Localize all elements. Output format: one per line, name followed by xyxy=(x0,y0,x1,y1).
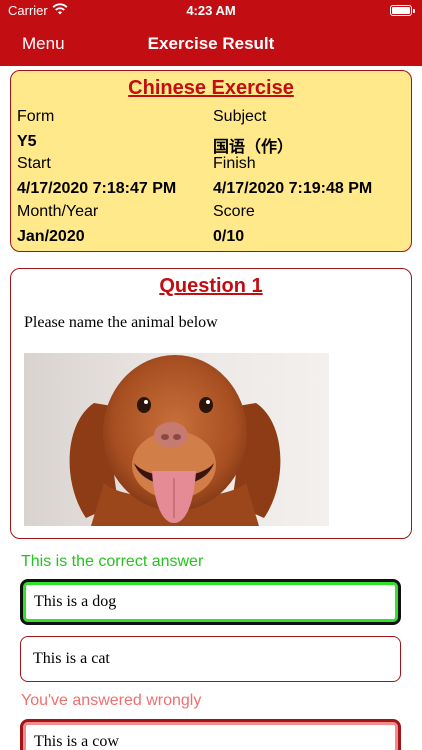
exercise-title: Chinese Exercise xyxy=(128,77,294,99)
question-title: Question 1 xyxy=(159,275,263,297)
subject-label: Subject xyxy=(213,108,267,125)
score-label: Score xyxy=(213,203,255,220)
subject-value: 国语（作） xyxy=(213,139,294,156)
answer-option-correct[interactable]: This is a dog xyxy=(20,579,401,625)
month-year-value: Jan/2020 xyxy=(17,228,85,245)
start-value: 4/17/2020 7:18:47 PM xyxy=(17,180,177,197)
form-value: Y5 xyxy=(17,133,37,150)
answer-option-selected-wrong[interactable]: This is a cow xyxy=(20,719,401,750)
answer-option[interactable]: This is a cat xyxy=(20,636,401,682)
battery-icon xyxy=(390,5,415,16)
clock: 4:23 AM xyxy=(186,3,236,18)
status-bar: Carrier 4:23 AM xyxy=(0,0,422,22)
wrong-answer-note: You've answered wrongly xyxy=(21,692,202,709)
page-title: Exercise Result xyxy=(147,34,275,53)
correct-answer-note: This is the correct answer xyxy=(21,553,204,570)
question-card: Question 1 Please name the animal below xyxy=(10,268,412,539)
dog-photo xyxy=(24,353,329,526)
start-label: Start xyxy=(17,155,51,172)
exercise-summary-card: Chinese Exercise Form Subject Y5 国语（作） S… xyxy=(10,70,412,252)
question-text: Please name the animal below xyxy=(24,314,218,331)
score-value: 0/10 xyxy=(213,228,245,245)
navigation-bar: Menu Exercise Result xyxy=(0,22,422,66)
finish-label: Finish xyxy=(213,155,256,172)
finish-value: 4/17/2020 7:19:48 PM xyxy=(213,180,373,197)
form-label: Form xyxy=(17,108,55,125)
month-year-label: Month/Year xyxy=(17,203,99,220)
